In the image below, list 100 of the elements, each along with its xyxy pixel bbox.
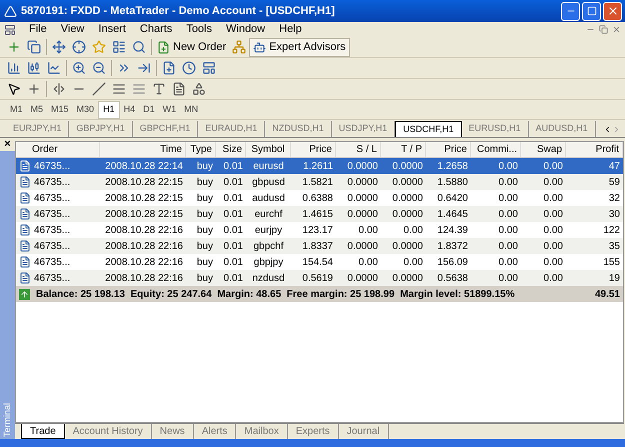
timeframe-button[interactable]: M30 [72, 100, 98, 118]
chart-tab[interactable]: EURAUD,H1 [198, 121, 266, 137]
menu-item[interactable]: View [54, 21, 92, 38]
column-header[interactable]: Type [186, 142, 216, 157]
order-icon [19, 256, 31, 268]
table-cell-text: 2008.10.28 22:16 [104, 256, 184, 270]
table-cell-text: 0.0000 [346, 240, 379, 254]
table-cell-text: 46735... [33, 192, 72, 206]
table-cell-text: 0.00 [498, 176, 519, 190]
column-header[interactable]: T / P [381, 142, 426, 157]
timeframe-button[interactable]: W1 [158, 100, 180, 118]
table-cell-text: 0.0000 [391, 160, 424, 174]
minimize-button[interactable] [561, 2, 580, 20]
table-cell-text: 0.0000 [391, 272, 424, 286]
column-header[interactable]: Swap [521, 142, 566, 157]
table-cell-text: 122 [602, 224, 621, 238]
close-panel-button[interactable]: × [0, 138, 15, 151]
column-header[interactable]: Size [216, 142, 246, 157]
table-cell-text: 0.0000 [346, 176, 379, 190]
chart-tab[interactable]: GBPJPY,H1 [69, 121, 133, 137]
timeframe-button[interactable]: M15 [47, 100, 73, 118]
maximize-button[interactable] [582, 2, 601, 20]
column-header[interactable]: Time [100, 142, 186, 157]
table-cell-text: 35 [608, 240, 621, 254]
table-cell-text: 0.0000 [391, 176, 424, 190]
table-cell-text: 0.00 [358, 224, 379, 238]
chart-tab[interactable]: GBPCHF,H1 [132, 121, 198, 137]
expert-advisors-button[interactable]: Expert Advisors [249, 38, 350, 56]
table-cell-text: 0.00 [542, 176, 564, 190]
new-order-button[interactable]: New Order [154, 38, 230, 56]
timeframe-button[interactable]: M5 [26, 100, 48, 118]
table-cell-text: buy [196, 240, 214, 254]
chart-tab[interactable]: USDCHF,H1 [395, 121, 462, 137]
table-cell-text: 0.01 [222, 272, 244, 286]
close-button[interactable] [603, 2, 622, 20]
table-cell-text: 0.5619 [301, 272, 334, 286]
column-header[interactable]: S / L [336, 142, 381, 157]
column-header[interactable]: Symbol [246, 142, 291, 157]
table-cell-text: 0.00 [498, 240, 519, 254]
table-cell-text: 46735... [33, 176, 72, 190]
chart-tab[interactable]: NZDUSD,H1 [265, 121, 332, 137]
order-icon [19, 176, 31, 188]
order-row[interactable]: 46735... 2008.10.28 22:15 buy 0.01 gbpusd 1.5821 0.0000 0.0000 1.5880 0.00 0.00 59 [16, 174, 623, 190]
timeframe-button[interactable]: M1 [6, 100, 27, 118]
table-cell-text: 59 [608, 176, 621, 190]
new-order-icon [157, 40, 170, 54]
menu-item[interactable]: File [22, 21, 54, 38]
order-row[interactable]: 46735... 2008.10.28 22:16 buy 0.01 nzdusd 0.5619 0.0000 0.0000 0.5638 0.00 0.00 19 [16, 270, 623, 286]
column-header[interactable]: Profit [566, 142, 623, 157]
menu-item[interactable]: Window [219, 21, 272, 38]
timeframe-button[interactable]: H1 [98, 100, 120, 118]
arrow-up-icon [19, 288, 30, 300]
total-profit: 49.51 [594, 288, 621, 302]
chart-tab[interactable]: AUDUSD,H1 [528, 121, 596, 137]
table-cell-text: 0.0000 [346, 272, 379, 286]
table-cell-text: 46735... [33, 208, 72, 222]
table-cell-text: 1.4615 [301, 208, 334, 222]
order-row[interactable]: 46735... 2008.10.28 22:15 buy 0.01 eurchf 1.4615 0.0000 0.0000 1.4645 0.00 0.00 30 [16, 206, 623, 222]
table-cell-text: 0.00 [498, 160, 519, 174]
menu-item[interactable]: Charts [132, 21, 180, 38]
column-header[interactable]: Order [16, 142, 100, 157]
timeframe-button[interactable]: MN [180, 100, 202, 118]
table-cell-text: 1.2611 [302, 160, 334, 174]
table-cell-text: buy [196, 272, 214, 286]
table-cell-text: 0.01 [222, 208, 244, 222]
table-cell-text: 0.01 [222, 240, 244, 254]
table-cell-text: 47 [608, 160, 621, 174]
table-cell-text: gbpchf [252, 240, 285, 254]
chart-tab[interactable]: EURJPY,H1 [6, 121, 70, 137]
table-cell-text: 0.00 [542, 192, 564, 206]
timeframe-button[interactable]: H4 [120, 100, 140, 118]
table-cell-text: 124.39 [436, 224, 469, 238]
terminal-tab[interactable]: Trade [21, 424, 65, 439]
chart-tab[interactable]: EURUSD,H1 [462, 121, 529, 137]
scroll-left-icon[interactable] [603, 124, 612, 134]
order-row[interactable]: 46735... 2008.10.28 22:14 buy 0.01 eurusd 1.2611 0.0000 0.0000 1.2658 0.00 0.00 47 [16, 158, 623, 174]
table-cell-text: 46735... [33, 224, 72, 238]
table-cell-text: 2008.10.28 22:16 [104, 272, 184, 286]
table-cell-text: 0.0000 [346, 192, 379, 206]
order-icon [19, 192, 31, 204]
table-cell-text: 0.5638 [436, 272, 469, 286]
order-icon [19, 160, 31, 172]
table-cell-text: 1.5880 [436, 176, 469, 190]
table-cell-text: 46735... [33, 240, 72, 254]
column-header[interactable]: Commi... [471, 142, 521, 157]
restore-icon[interactable] [599, 25, 608, 34]
menu-item[interactable]: Help [272, 21, 309, 38]
timeframe-button[interactable]: D1 [139, 100, 159, 118]
table-cell-text: 155 [602, 256, 621, 270]
menu-item[interactable]: Insert [91, 21, 133, 38]
close-icon[interactable] [612, 25, 621, 34]
terminal-label: Terminal [0, 402, 13, 437]
menu-item[interactable]: Tools [179, 21, 219, 38]
table-cell-text: 0.0000 [391, 208, 424, 222]
table-cell-text: 46735... [33, 256, 72, 270]
column-header[interactable]: Price [426, 142, 471, 157]
order-row[interactable]: 46735... 2008.10.28 22:16 buy 0.01 gbpchf 1.8337 0.0000 0.0000 1.8372 0.00 0.00 35 [16, 238, 623, 254]
column-header[interactable]: Price [291, 142, 336, 157]
close-icon [606, 5, 618, 17]
table-cell-text: 0.0000 [391, 240, 424, 254]
